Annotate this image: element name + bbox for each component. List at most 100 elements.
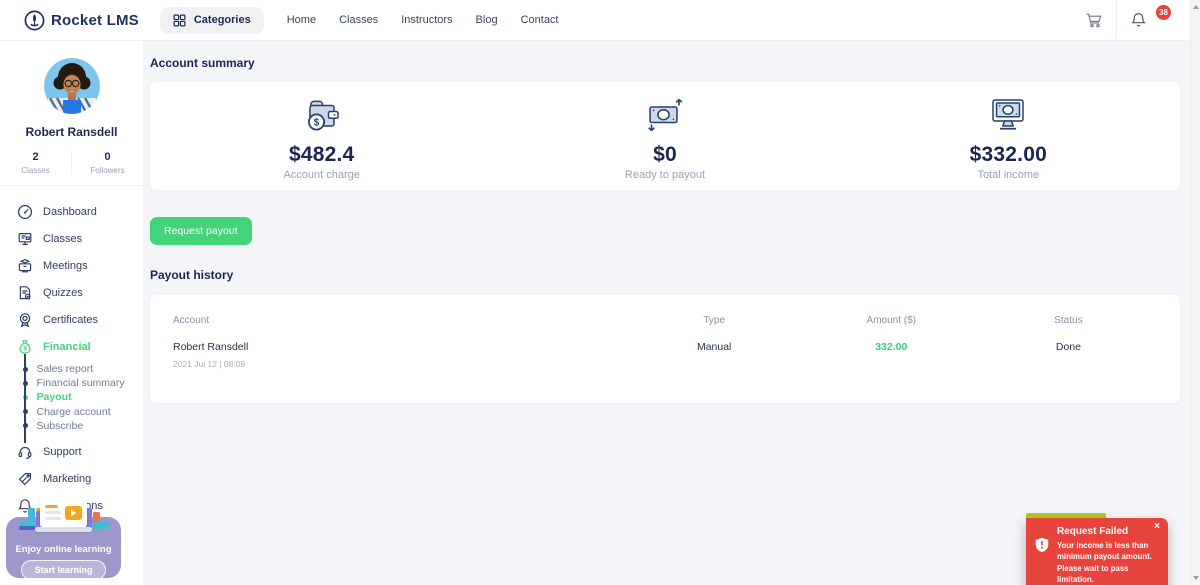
sidebar-item-label: Financial: [43, 341, 91, 353]
bullet-icon: [23, 381, 28, 386]
stat-total-income: $332.00 Total income: [837, 92, 1180, 181]
meetings-icon: [17, 258, 33, 274]
stat-classes-value: 2: [0, 151, 71, 163]
notifications-button[interactable]: 38: [1117, 12, 1160, 28]
table-header-row: Account Type Amount ($) Status: [173, 315, 1157, 326]
nav-link-contact[interactable]: Contact: [521, 14, 559, 26]
toast-close-icon[interactable]: ×: [1152, 520, 1162, 534]
wallet-icon: $: [150, 92, 493, 138]
income-icon: [837, 92, 1180, 138]
rocket-logo-icon: [24, 10, 45, 31]
submenu-item-financial-summary[interactable]: Financial summary: [24, 376, 143, 390]
account-charge-label: Account charge: [150, 169, 493, 181]
marketing-icon: [17, 471, 33, 487]
sidebar-item-label: Meetings: [43, 260, 88, 272]
book-shape: [93, 526, 109, 530]
submenu-label: Subscribe: [37, 420, 84, 432]
toast-message: Your income is less than minimum payout …: [1057, 540, 1156, 585]
main-content: Account summary $ $482.4 Account charge: [150, 41, 1180, 403]
sidebar-item-dashboard[interactable]: Dashboard: [0, 198, 143, 225]
toast-notification: Request Failed Your income is less than …: [1026, 513, 1168, 585]
bullet-icon: [23, 423, 28, 428]
payout-account-name: Robert Ransdell: [173, 341, 626, 353]
stat-classes-label: Classes: [0, 166, 71, 175]
stat-classes: 2 Classes: [0, 151, 72, 175]
submenu-item-charge-account[interactable]: Charge account: [24, 405, 143, 419]
stat-followers: 0 Followers: [72, 151, 143, 175]
certificates-icon: [17, 312, 33, 328]
account-summary-heading: Account summary: [150, 56, 1180, 70]
notification-badge: 38: [1156, 5, 1171, 20]
ready-to-payout-value: $0: [493, 143, 836, 167]
scrollbar-down-icon[interactable]: [1191, 573, 1200, 583]
sidebar-item-support[interactable]: Support: [0, 439, 143, 466]
sidebar-item-financial[interactable]: $ Financial: [0, 333, 143, 360]
cell-amount: 332.00: [803, 341, 980, 353]
payout-history-card: Account Type Amount ($) Status Robert Ra…: [150, 295, 1180, 403]
payout-history-heading: Payout history: [150, 268, 1180, 282]
stat-followers-value: 0: [72, 151, 143, 163]
submenu-item-subscribe[interactable]: Subscribe: [24, 419, 143, 433]
sidebar-item-quizzes[interactable]: Quizzes: [0, 279, 143, 306]
toast-title: Request Failed: [1057, 526, 1156, 537]
request-payout-button[interactable]: Request payout: [150, 217, 252, 245]
financial-submenu: Sales report Financial summary Payout Ch…: [24, 362, 143, 433]
toast-body: Request Failed Your income is less than …: [1026, 518, 1168, 585]
financial-icon: $: [17, 339, 33, 355]
avatar[interactable]: [44, 58, 100, 114]
submenu-label: Payout: [37, 391, 72, 403]
sidebar-menu: Dashboard Classes Meetings: [0, 198, 143, 520]
submenu-item-payout[interactable]: Payout: [24, 390, 143, 404]
submenu-label: Charge account: [37, 406, 111, 418]
sidebar-item-label: Certificates: [43, 314, 98, 326]
quizzes-icon: [17, 285, 33, 301]
grid-icon: [173, 14, 186, 27]
nav-link-home[interactable]: Home: [287, 14, 316, 26]
brand-name: Rocket LMS: [51, 12, 139, 29]
shield-alert-icon: [1035, 537, 1049, 553]
profile-name: Robert Ransdell: [0, 125, 143, 139]
total-income-label: Total income: [837, 169, 1180, 181]
start-learning-button[interactable]: Start learning: [21, 560, 105, 580]
column-amount: Amount ($): [803, 315, 980, 326]
scrollbar-up-icon[interactable]: [1191, 2, 1200, 12]
stat-ready-to-payout: $0 Ready to payout: [493, 92, 836, 181]
payout-icon: [493, 92, 836, 138]
svg-text:$: $: [23, 345, 27, 352]
cell-account: Robert Ransdell 2021 Jul 12 | 08:09: [173, 341, 626, 369]
laptop-content-lines: [45, 503, 61, 523]
main-nav: Home Classes Instructors Blog Contact: [287, 14, 559, 26]
book-shape: [19, 526, 35, 530]
column-status: Status: [980, 315, 1157, 326]
table-row[interactable]: Robert Ransdell 2021 Jul 12 | 08:09 Manu…: [173, 341, 1157, 369]
brand-logo[interactable]: Rocket LMS: [24, 10, 139, 31]
page-scrollbar[interactable]: [1190, 0, 1200, 585]
profile-stats: 2 Classes 0 Followers: [0, 151, 143, 186]
cell-status: Done: [980, 341, 1157, 353]
classes-icon: [17, 231, 33, 247]
sidebar-item-label: Quizzes: [43, 287, 83, 299]
categories-label: Categories: [194, 14, 251, 26]
nav-link-blog[interactable]: Blog: [476, 14, 498, 26]
column-type: Type: [626, 315, 803, 326]
bullet-icon: [23, 367, 28, 372]
account-charge-value: $482.4: [150, 143, 493, 167]
total-income-value: $332.00: [837, 143, 1180, 167]
submenu-label: Financial summary: [37, 377, 125, 389]
stat-account-charge: $ $482.4 Account charge: [150, 92, 493, 181]
submenu-label: Sales report: [37, 363, 94, 375]
sidebar-item-marketing[interactable]: Marketing: [0, 466, 143, 493]
nav-link-instructors[interactable]: Instructors: [401, 14, 452, 26]
categories-button[interactable]: Categories: [160, 7, 264, 34]
promo-card: Enjoy online learning Start learning: [6, 517, 121, 578]
bullet-icon: [23, 395, 28, 400]
top-navbar: Rocket LMS Categories Home Classes Instr…: [0, 0, 1190, 41]
submenu-item-sales-report[interactable]: Sales report: [24, 362, 143, 376]
sidebar-item-meetings[interactable]: Meetings: [0, 252, 143, 279]
cart-button[interactable]: [1071, 12, 1116, 28]
sidebar-item-label: Marketing: [43, 473, 91, 485]
sidebar-item-classes[interactable]: Classes: [0, 225, 143, 252]
stat-followers-label: Followers: [72, 166, 143, 175]
sidebar-item-certificates[interactable]: Certificates: [0, 306, 143, 333]
nav-link-classes[interactable]: Classes: [339, 14, 378, 26]
